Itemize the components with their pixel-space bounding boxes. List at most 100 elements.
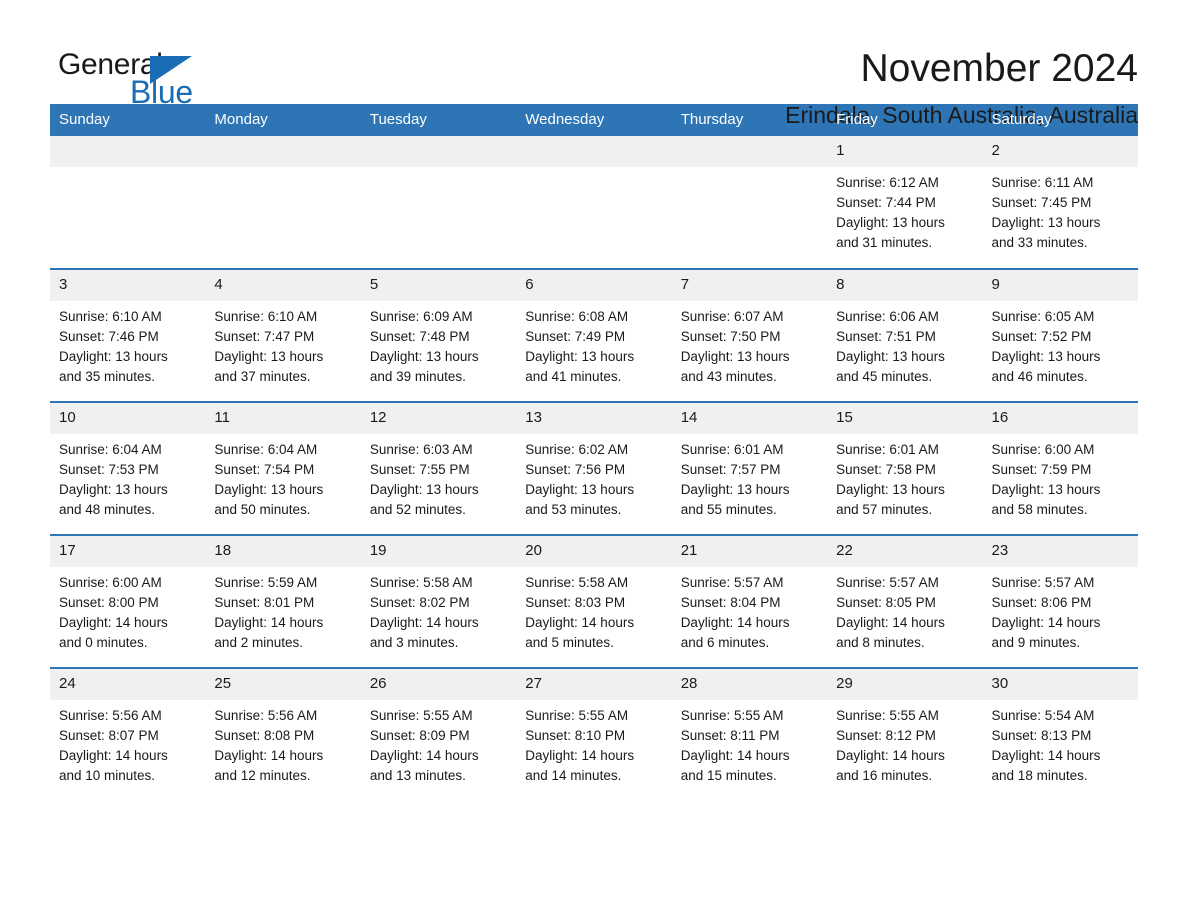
daylight-text-line1: Daylight: 14 hours bbox=[680, 615, 790, 630]
sunset-text: Sunset: 7:44 PM bbox=[836, 195, 936, 210]
calendar-day-cell[interactable]: 9 Sunrise: 6:05 AM Sunset: 7:52 PM Daylight… bbox=[982, 268, 1138, 402]
daylight-text-line1: Daylight: 13 hours bbox=[991, 349, 1101, 364]
day-number: 3 bbox=[50, 270, 206, 301]
calendar-day-cell[interactable]: 13 Sunrise: 6:02 AM Sunset: 7:56 PM Dayligh… bbox=[516, 401, 672, 535]
day-number: 27 bbox=[516, 669, 672, 700]
calendar-day-cell[interactable]: 21 Sunrise: 5:57 AM Sunset: 8:04 PM Dayligh… bbox=[671, 534, 828, 668]
sunset-text: Sunset: 8:06 PM bbox=[991, 595, 1092, 610]
calendar-day-cell[interactable]: 6 Sunrise: 6:08 AM Sunset: 7:49 PM Daylight… bbox=[516, 268, 672, 402]
day-number: 5 bbox=[360, 270, 517, 301]
calendar-day-cell[interactable]: 28 Sunrise: 5:55 AM Sunset: 8:11 PM Dayligh… bbox=[671, 667, 828, 801]
calendar-day-cell[interactable]: 7 Sunrise: 6:07 AM Sunset: 7:50 PM Daylight… bbox=[671, 268, 828, 402]
calendar-day-cell[interactable]: 17 Sunrise: 6:00 AM Sunset: 8:00 PM Dayligh… bbox=[50, 534, 206, 668]
calendar-day-cell[interactable]: 27 Sunrise: 5:55 AM Sunset: 8:10 PM Dayligh… bbox=[516, 667, 672, 801]
day-number: 15 bbox=[827, 403, 983, 434]
calendar-day-cell[interactable]: 16 Sunrise: 6:00 AM Sunset: 7:59 PM Dayligh… bbox=[982, 401, 1138, 535]
calendar-week-row: 10 Sunrise: 6:04 AM Sunset: 7:53 PM Dayligh… bbox=[50, 401, 1138, 535]
daylight-text-line2: and 46 minutes. bbox=[991, 369, 1088, 384]
sunset-text: Sunset: 8:11 PM bbox=[680, 728, 780, 743]
day-details: Sunrise: 6:10 AM Sunset: 7:46 PM Daylight:… bbox=[50, 301, 205, 387]
sunrise-text: Sunrise: 5:57 AM bbox=[680, 575, 784, 590]
day-number: 4 bbox=[205, 270, 361, 301]
day-details: Sunrise: 5:56 AM Sunset: 8:08 PM Daylight:… bbox=[205, 700, 360, 786]
sunset-text: Sunset: 8:04 PM bbox=[680, 595, 781, 610]
day-number: 11 bbox=[205, 403, 361, 434]
daylight-text-line1: Daylight: 14 hours bbox=[59, 615, 168, 630]
sunrise-text: Sunrise: 6:01 AM bbox=[680, 442, 784, 457]
day-number: 7 bbox=[671, 270, 828, 301]
sunset-text: Sunset: 7:48 PM bbox=[369, 329, 470, 344]
calendar-day-cell[interactable]: 19 Sunrise: 5:58 AM Sunset: 8:02 PM Dayligh… bbox=[360, 534, 517, 668]
day-details: Sunrise: 6:06 AM Sunset: 7:51 PM Daylight:… bbox=[827, 301, 982, 387]
sunrise-text: Sunrise: 5:56 AM bbox=[214, 708, 318, 723]
calendar-day-cell[interactable]: 20 Sunrise: 5:58 AM Sunset: 8:03 PM Dayligh… bbox=[516, 534, 672, 668]
calendar-day-cell[interactable]: 14 Sunrise: 6:01 AM Sunset: 7:57 PM Dayligh… bbox=[671, 401, 828, 535]
calendar-day-cell[interactable]: 29 Sunrise: 5:55 AM Sunset: 8:12 PM Dayligh… bbox=[827, 667, 983, 801]
day-number bbox=[516, 136, 672, 167]
calendar-day-cell[interactable]: 11 Sunrise: 6:04 AM Sunset: 7:54 PM Dayligh… bbox=[205, 401, 361, 535]
sunrise-text: Sunrise: 6:04 AM bbox=[59, 442, 162, 457]
calendar-day-cell[interactable]: 24 Sunrise: 5:56 AM Sunset: 8:07 PM Dayligh… bbox=[50, 667, 206, 801]
daylight-text-line2: and 41 minutes. bbox=[525, 369, 622, 384]
day-details: Sunrise: 6:00 AM Sunset: 8:00 PM Daylight:… bbox=[50, 567, 205, 653]
daylight-text-line1: Daylight: 13 hours bbox=[836, 482, 945, 497]
sunset-text: Sunset: 8:01 PM bbox=[214, 595, 315, 610]
daylight-text-line1: Daylight: 13 hours bbox=[991, 482, 1101, 497]
calendar-day-cell[interactable]: 4 Sunrise: 6:10 AM Sunset: 7:47 PM Daylight… bbox=[205, 268, 361, 402]
calendar-day-cell[interactable]: 18 Sunrise: 5:59 AM Sunset: 8:01 PM Dayligh… bbox=[205, 534, 361, 668]
calendar-empty-cell bbox=[205, 136, 361, 269]
sunrise-text: Sunrise: 6:08 AM bbox=[525, 309, 629, 324]
daylight-text-line2: and 50 minutes. bbox=[214, 502, 311, 517]
day-number: 18 bbox=[205, 536, 361, 567]
daylight-text-line2: and 43 minutes. bbox=[680, 369, 777, 384]
sunrise-text: Sunrise: 5:55 AM bbox=[369, 708, 473, 723]
daylight-text-line2: and 16 minutes. bbox=[836, 768, 933, 783]
sunrise-text: Sunrise: 5:54 AM bbox=[991, 708, 1095, 723]
daylight-text-line2: and 8 minutes. bbox=[836, 635, 925, 650]
calendar-day-cell[interactable]: 5 Sunrise: 6:09 AM Sunset: 7:48 PM Daylight… bbox=[360, 268, 517, 402]
sunset-text: Sunset: 8:00 PM bbox=[59, 595, 159, 610]
calendar-day-cell[interactable]: 2 Sunrise: 6:11 AM Sunset: 7:45 PM Daylight… bbox=[982, 136, 1138, 269]
daylight-text-line1: Daylight: 14 hours bbox=[214, 748, 324, 763]
day-number: 20 bbox=[516, 536, 672, 567]
day-number bbox=[360, 136, 517, 167]
generalblue-logo[interactable]: General Blue bbox=[50, 44, 250, 110]
sunrise-text: Sunrise: 6:02 AM bbox=[525, 442, 629, 457]
sunrise-text: Sunrise: 6:10 AM bbox=[59, 309, 162, 324]
calendar-empty-cell bbox=[516, 136, 672, 269]
daylight-text-line2: and 9 minutes. bbox=[991, 635, 1081, 650]
sunset-text: Sunset: 7:51 PM bbox=[836, 329, 936, 344]
calendar-day-cell[interactable]: 3 Sunrise: 6:10 AM Sunset: 7:46 PM Daylight… bbox=[50, 268, 206, 402]
sunrise-text: Sunrise: 6:12 AM bbox=[836, 175, 939, 190]
day-details: Sunrise: 5:56 AM Sunset: 8:07 PM Daylight:… bbox=[50, 700, 205, 786]
day-details: Sunrise: 5:57 AM Sunset: 8:04 PM Daylight:… bbox=[672, 567, 827, 653]
page-header: General Blue November 2024 Erindale, Sou… bbox=[50, 0, 1138, 128]
calendar-day-cell[interactable]: 15 Sunrise: 6:01 AM Sunset: 7:58 PM Dayligh… bbox=[827, 401, 983, 535]
day-details: Sunrise: 5:57 AM Sunset: 8:05 PM Daylight:… bbox=[827, 567, 982, 653]
calendar-day-cell[interactable]: 22 Sunrise: 5:57 AM Sunset: 8:05 PM Dayligh… bbox=[827, 534, 983, 668]
day-number: 17 bbox=[50, 536, 206, 567]
calendar-day-cell[interactable]: 25 Sunrise: 5:56 AM Sunset: 8:08 PM Dayligh… bbox=[205, 667, 361, 801]
daylight-text-line2: and 10 minutes. bbox=[59, 768, 156, 783]
sunrise-text: Sunrise: 6:06 AM bbox=[836, 309, 939, 324]
calendar-day-cell[interactable]: 8 Sunrise: 6:06 AM Sunset: 7:51 PM Daylight… bbox=[827, 268, 983, 402]
calendar-day-cell[interactable]: 10 Sunrise: 6:04 AM Sunset: 7:53 PM Dayligh… bbox=[50, 401, 206, 535]
daylight-text-line1: Daylight: 14 hours bbox=[214, 615, 324, 630]
day-number: 13 bbox=[516, 403, 672, 434]
calendar-day-cell[interactable]: 1 Sunrise: 6:12 AM Sunset: 7:44 PM Daylight… bbox=[827, 136, 983, 269]
daylight-text-line2: and 13 minutes. bbox=[369, 768, 466, 783]
calendar-day-cell[interactable]: 26 Sunrise: 5:55 AM Sunset: 8:09 PM Dayligh… bbox=[360, 667, 517, 801]
calendar-day-cell[interactable]: 12 Sunrise: 6:03 AM Sunset: 7:55 PM Dayligh… bbox=[360, 401, 517, 535]
sunset-text: Sunset: 8:02 PM bbox=[369, 595, 470, 610]
daylight-text-line1: Daylight: 13 hours bbox=[59, 349, 168, 364]
sunset-text: Sunset: 7:45 PM bbox=[991, 195, 1092, 210]
sunrise-text: Sunrise: 5:55 AM bbox=[680, 708, 784, 723]
calendar-day-cell[interactable]: 30 Sunrise: 5:54 AM Sunset: 8:13 PM Dayligh… bbox=[982, 667, 1138, 801]
calendar-day-cell[interactable]: 23 Sunrise: 5:57 AM Sunset: 8:06 PM Dayligh… bbox=[982, 534, 1138, 668]
sunrise-text: Sunrise: 6:11 AM bbox=[991, 175, 1094, 190]
day-details: Sunrise: 6:01 AM Sunset: 7:57 PM Daylight:… bbox=[672, 434, 827, 520]
daylight-text-line2: and 5 minutes. bbox=[525, 635, 614, 650]
sunrise-text: Sunrise: 5:55 AM bbox=[836, 708, 939, 723]
daylight-text-line2: and 14 minutes. bbox=[525, 768, 622, 783]
day-details: Sunrise: 5:57 AM Sunset: 8:06 PM Daylight:… bbox=[983, 567, 1138, 653]
